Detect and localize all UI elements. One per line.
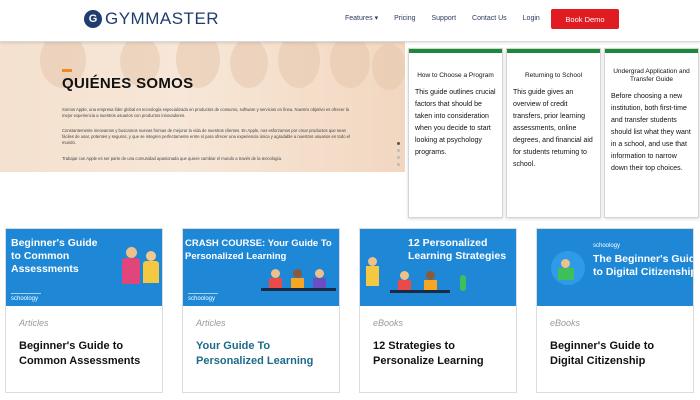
top-navbar: G GYMMASTER Features ▾ Pricing Support C… bbox=[0, 0, 700, 42]
card-image: Beginner's Guide to Common Assessments s… bbox=[6, 229, 162, 306]
schoology-brand: schoology bbox=[11, 296, 39, 302]
card-image-title: The Beginner's Guide to Digital Citizens… bbox=[593, 253, 693, 278]
logo-g-icon: G bbox=[84, 10, 102, 28]
card-category: eBooks bbox=[373, 318, 404, 328]
hero-paragraph-2: Constantemente innovamos y buscamos nuev… bbox=[62, 128, 350, 145]
nav-support-link[interactable]: Support bbox=[432, 15, 457, 22]
nav-pricing-link[interactable]: Pricing bbox=[394, 15, 415, 22]
panel-accent-bar bbox=[507, 49, 600, 53]
card-image-title: Beginner's Guide to Common Assessments bbox=[11, 237, 98, 275]
panel-body: Before choosing a new institution, both … bbox=[611, 93, 691, 172]
panel-title: How to Choose a Program bbox=[417, 72, 494, 79]
card-title[interactable]: Beginner's Guide to Digital Citizenship bbox=[550, 339, 685, 368]
hero-title: QUIÉNES SOMOS bbox=[62, 75, 194, 92]
card-image-title: CRASH COURSE: Your Guide To Personalized… bbox=[185, 238, 332, 262]
gymmaster-logo[interactable]: G GYMMASTER bbox=[84, 9, 219, 29]
resource-card[interactable]: CRASH COURSE: Your Guide To Personalized… bbox=[182, 228, 340, 393]
nav-links: Features ▾ Pricing Support Contact Us Lo… bbox=[345, 14, 556, 23]
resource-card[interactable]: Beginner's Guide to Common Assessments s… bbox=[5, 228, 163, 393]
card-category: Articles bbox=[19, 318, 49, 328]
card-title[interactable]: Your Guide To Personalized Learning bbox=[196, 339, 331, 368]
nav-features-link[interactable]: Features ▾ bbox=[345, 14, 378, 22]
card-title[interactable]: 12 Strategies to Personalize Learning bbox=[373, 339, 508, 368]
hero-paragraph-1: Somos Apple, una empresa líder global en… bbox=[62, 107, 350, 118]
panel-accent-bar bbox=[409, 49, 502, 53]
card-image: schoology The Beginner's Guide to Digita… bbox=[537, 229, 693, 306]
card-title[interactable]: Beginner's Guide to Common Assessments bbox=[19, 339, 154, 368]
card-category: Articles bbox=[196, 318, 226, 328]
guide-panel[interactable]: How to Choose a Program This guide outli… bbox=[408, 48, 503, 218]
guide-panel[interactable]: Undergrad Application and Transfer Guide… bbox=[604, 48, 699, 218]
card-image: CRASH COURSE: Your Guide To Personalized… bbox=[183, 229, 339, 306]
schoology-brand: schoology bbox=[593, 243, 621, 249]
resource-card[interactable]: 12 Personalized Learning Strategies eBoo… bbox=[359, 228, 517, 393]
card-image: 12 Personalized Learning Strategies bbox=[360, 229, 516, 306]
nav-login-link[interactable]: Login bbox=[523, 15, 540, 22]
panel-title: Returning to School bbox=[524, 72, 583, 79]
resource-card[interactable]: schoology The Beginner's Guide to Digita… bbox=[536, 228, 694, 393]
hero-pager-dots[interactable] bbox=[397, 142, 403, 170]
logo-wordmark: GYMMASTER bbox=[105, 9, 220, 28]
card-category: eBooks bbox=[550, 318, 581, 328]
panel-accent-bar bbox=[605, 49, 698, 53]
card-image-title: 12 Personalized Learning Strategies bbox=[408, 237, 507, 262]
guide-panel[interactable]: Returning to School This guide gives an … bbox=[506, 48, 601, 218]
panel-title: Undergrad Application and Transfer Guide bbox=[613, 68, 690, 83]
panel-body: This guide gives an overview of credit t… bbox=[513, 89, 593, 168]
book-demo-button[interactable]: Book Demo bbox=[551, 9, 619, 29]
hero-paragraph-3: Trabajar con Apple es ser parte de una c… bbox=[62, 156, 283, 161]
panel-body: This guide outlines crucial factors that… bbox=[415, 89, 496, 156]
nav-contact-link[interactable]: Contact Us bbox=[472, 15, 507, 22]
hero-accent-bar bbox=[62, 69, 72, 72]
about-hero: QUIÉNES SOMOS Somos Apple, una empresa l… bbox=[0, 42, 405, 172]
schoology-brand: schoology bbox=[188, 296, 216, 302]
